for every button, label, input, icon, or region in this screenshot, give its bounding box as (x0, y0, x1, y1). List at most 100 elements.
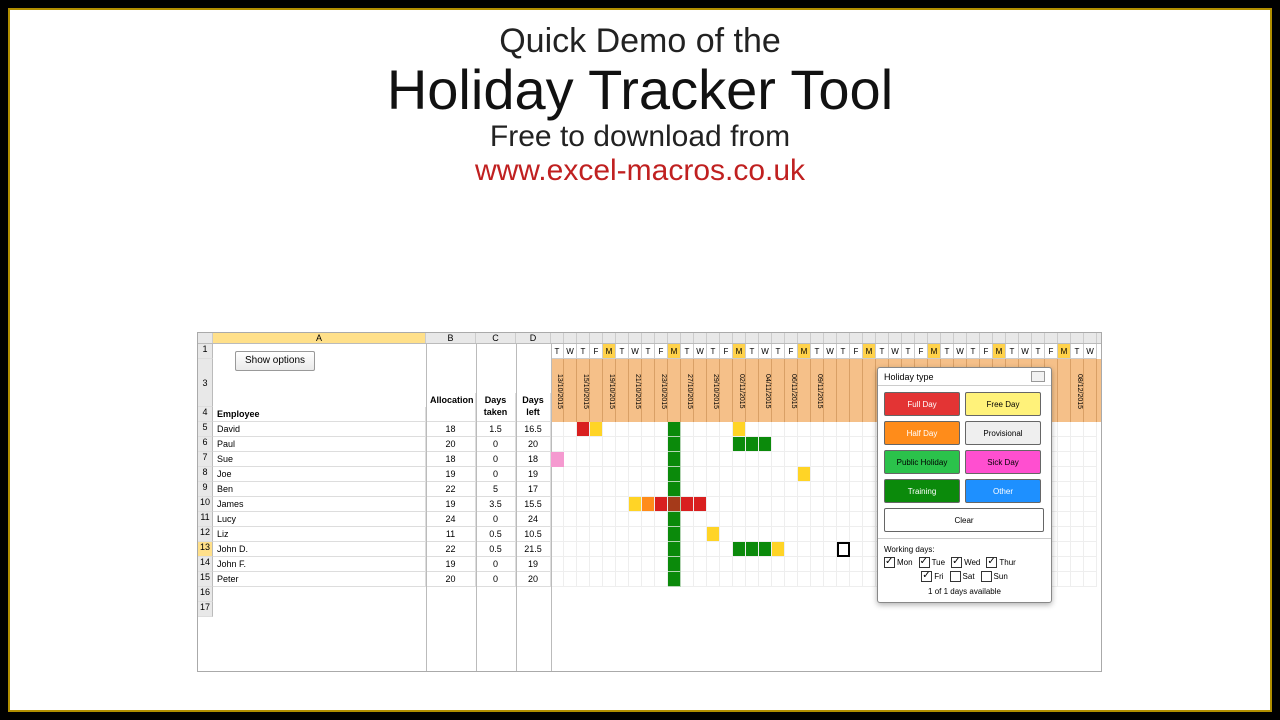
calendar-cell[interactable] (694, 557, 707, 572)
calendar-cell[interactable] (772, 437, 785, 452)
calendar-cell[interactable] (772, 542, 785, 557)
calendar-cell[interactable] (694, 572, 707, 587)
calendar-cell[interactable] (746, 422, 759, 437)
days-taken-cell[interactable]: 0 (476, 572, 516, 587)
calendar-cell[interactable] (577, 482, 590, 497)
calendar-cell[interactable] (551, 542, 564, 557)
calendar-cell[interactable] (1084, 467, 1097, 482)
half-day-button[interactable]: Half Day (884, 421, 960, 445)
close-icon[interactable] (1031, 371, 1045, 382)
calendar-cell[interactable] (629, 542, 642, 557)
calendar-cell[interactable] (564, 452, 577, 467)
public-holiday-button[interactable]: Public Holiday (884, 450, 960, 474)
calendar-cell[interactable] (681, 557, 694, 572)
calendar-cell[interactable] (629, 497, 642, 512)
calendar-cell[interactable] (798, 542, 811, 557)
calendar-cell[interactable] (616, 437, 629, 452)
calendar-cell[interactable] (616, 497, 629, 512)
calendar-cell[interactable] (824, 527, 837, 542)
calendar-cell[interactable] (1058, 512, 1071, 527)
calendar-cell[interactable] (681, 467, 694, 482)
employee-name[interactable]: Paul (213, 437, 426, 452)
calendar-cell[interactable] (564, 527, 577, 542)
calendar-cell[interactable] (616, 482, 629, 497)
calendar-cell[interactable] (694, 542, 707, 557)
calendar-cell[interactable] (681, 437, 694, 452)
calendar-cell[interactable] (772, 467, 785, 482)
calendar-cell[interactable] (811, 572, 824, 587)
calendar-cell[interactable] (772, 497, 785, 512)
calendar-cell[interactable] (850, 452, 863, 467)
calendar-cell[interactable] (785, 467, 798, 482)
calendar-cell[interactable] (551, 512, 564, 527)
days-taken-cell[interactable]: 0 (476, 557, 516, 572)
calendar-cell[interactable] (551, 467, 564, 482)
calendar-cell[interactable] (616, 557, 629, 572)
calendar-cell[interactable] (1071, 497, 1084, 512)
calendar-cell[interactable] (642, 437, 655, 452)
days-taken-cell[interactable]: 5 (476, 482, 516, 497)
calendar-cell[interactable] (707, 512, 720, 527)
days-taken-cell[interactable]: 1.5 (476, 422, 516, 437)
calendar-cell[interactable] (772, 527, 785, 542)
days-left-cell[interactable]: 18 (516, 452, 551, 467)
calendar-cell[interactable] (655, 557, 668, 572)
calendar-cell[interactable] (629, 512, 642, 527)
clear-button[interactable]: Clear (884, 508, 1044, 532)
calendar-cell[interactable] (668, 497, 681, 512)
calendar-cell[interactable] (577, 452, 590, 467)
calendar-cell[interactable] (759, 422, 772, 437)
calendar-cell[interactable] (1084, 422, 1097, 437)
calendar-cell[interactable] (655, 572, 668, 587)
calendar-cell[interactable] (590, 572, 603, 587)
calendar-cell[interactable] (616, 422, 629, 437)
calendar-cell[interactable] (577, 422, 590, 437)
col-C[interactable]: C (476, 333, 516, 343)
calendar-cell[interactable] (694, 527, 707, 542)
row-number[interactable]: 12 (198, 527, 213, 542)
calendar-cell[interactable] (603, 452, 616, 467)
calendar-cell[interactable] (746, 542, 759, 557)
days-left-cell[interactable]: 17 (516, 482, 551, 497)
calendar-cell[interactable] (824, 482, 837, 497)
calendar-cell[interactable] (564, 497, 577, 512)
calendar-cell[interactable] (720, 512, 733, 527)
calendar-cell[interactable] (1058, 497, 1071, 512)
calendar-cell[interactable] (837, 437, 850, 452)
calendar-cell[interactable] (551, 482, 564, 497)
calendar-cell[interactable] (694, 437, 707, 452)
other-button[interactable]: Other (965, 479, 1041, 503)
calendar-cell[interactable] (863, 527, 876, 542)
calendar-cell[interactable] (577, 572, 590, 587)
calendar-cell[interactable] (837, 452, 850, 467)
chk-fri[interactable]: Fri (921, 571, 943, 582)
calendar-cell[interactable] (707, 422, 720, 437)
days-left-cell[interactable]: 19 (516, 557, 551, 572)
calendar-cell[interactable] (655, 437, 668, 452)
calendar-cell[interactable] (746, 527, 759, 542)
row-1[interactable]: 1 (198, 344, 213, 359)
row-number[interactable]: 10 (198, 497, 213, 512)
calendar-cell[interactable] (564, 437, 577, 452)
calendar-cell[interactable] (590, 437, 603, 452)
calendar-cell[interactable] (681, 527, 694, 542)
provisional-button[interactable]: Provisional (965, 421, 1041, 445)
row-number[interactable]: 7 (198, 452, 213, 467)
calendar-cell[interactable] (590, 497, 603, 512)
calendar-cell[interactable] (681, 542, 694, 557)
calendar-cell[interactable] (863, 542, 876, 557)
days-left-cell[interactable]: 20 (516, 437, 551, 452)
calendar-cell[interactable] (707, 572, 720, 587)
calendar-cell[interactable] (837, 497, 850, 512)
calendar-cell[interactable] (824, 557, 837, 572)
calendar-cell[interactable] (1071, 512, 1084, 527)
calendar-cell[interactable] (824, 542, 837, 557)
calendar-cell[interactable] (772, 557, 785, 572)
days-taken-cell[interactable]: 3.5 (476, 497, 516, 512)
chk-sun[interactable]: Sun (981, 571, 1008, 582)
employee-name[interactable]: Lucy (213, 512, 426, 527)
calendar-cell[interactable] (772, 482, 785, 497)
calendar-cell[interactable] (785, 512, 798, 527)
calendar-cell[interactable] (720, 527, 733, 542)
calendar-cell[interactable] (850, 497, 863, 512)
